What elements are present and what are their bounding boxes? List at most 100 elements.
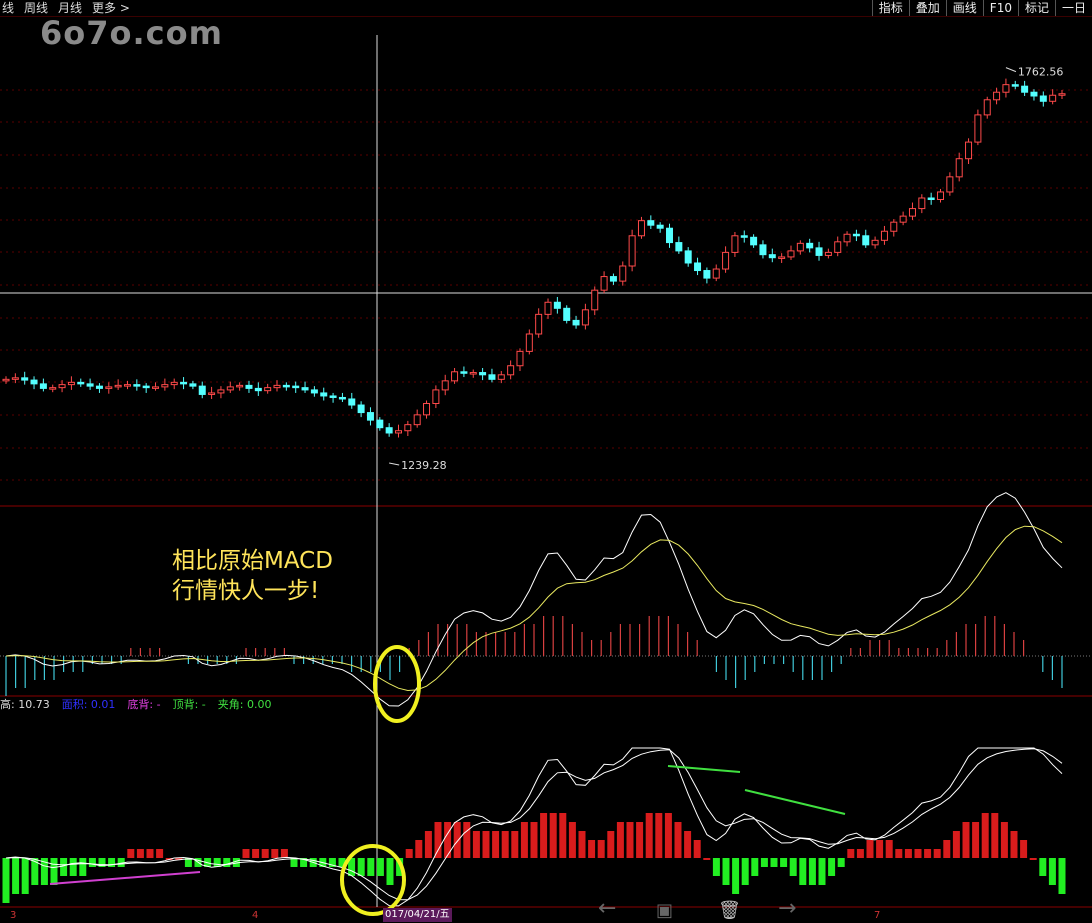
low-price-label: 1239.28 — [401, 459, 447, 472]
candle-body-66 — [619, 265, 627, 282]
chart-grid — [0, 17, 1092, 908]
candle-body-16 — [152, 386, 160, 389]
candle-body-8 — [77, 381, 85, 385]
ind-bar-3 — [31, 858, 39, 885]
candle-body-83 — [778, 256, 786, 259]
candle-body-67 — [628, 235, 636, 267]
ind-bar-49 — [472, 831, 480, 858]
tool-button-0[interactable]: 指标 — [871, 0, 909, 16]
candle-body-73 — [684, 250, 692, 264]
candle-body-1 — [11, 377, 19, 380]
candle-body-68 — [637, 220, 645, 237]
ind-bar-15 — [146, 849, 154, 858]
candle-body-102 — [955, 158, 963, 178]
ind-bar-51 — [492, 831, 500, 858]
ind-bar-43 — [415, 840, 423, 858]
tool-button-3[interactable]: F10 — [982, 0, 1018, 16]
candle-body-95 — [890, 221, 898, 232]
ind-bar-101 — [972, 822, 980, 858]
ind-bar-2 — [21, 858, 29, 894]
candle-body-24 — [226, 386, 234, 391]
candle-body-92 — [862, 235, 870, 246]
candle-body-54 — [507, 365, 515, 376]
candle-body-81 — [759, 244, 767, 256]
tick-mid: 4 — [252, 910, 259, 921]
candle-body-91 — [852, 233, 860, 237]
tool-buttons[interactable]: 指标 叠加 画线 F10 标记 一日 — [871, 0, 1092, 16]
ind-bar-57 — [549, 813, 557, 858]
ind-bar-87 — [837, 858, 845, 867]
candle-body-41 — [385, 427, 393, 434]
candle-body-89 — [834, 241, 842, 253]
ind-bar-39 — [376, 858, 384, 876]
ind-bar-53 — [511, 831, 519, 858]
tool-button-5[interactable]: 一日 — [1054, 0, 1092, 16]
candle-body-14 — [133, 384, 141, 387]
ind-bar-22 — [213, 858, 221, 867]
trash-icon[interactable]: 🗑 — [718, 900, 741, 921]
chart-bg — [0, 17, 1092, 907]
candle-body-103 — [965, 141, 973, 160]
ind-bar-0 — [2, 858, 10, 903]
candle-body-19 — [180, 381, 188, 385]
crosshair-date: 017/04/21/五 — [383, 908, 452, 922]
ind-bar-93 — [895, 849, 903, 858]
candle-body-12 — [114, 384, 122, 388]
arrow-right-icon[interactable]: → — [778, 896, 796, 921]
indicator-item-1: 面积: 0.01 — [61, 698, 116, 711]
candle-body-37 — [348, 398, 356, 406]
stock-chart[interactable]: 1762.56 1239.28 — [0, 0, 1092, 923]
ind-bar-92 — [885, 840, 893, 858]
candle-body-5 — [49, 387, 57, 390]
candle-body-100 — [937, 191, 945, 201]
candle-body-43 — [404, 424, 412, 432]
ind-bar-5 — [50, 858, 58, 885]
ind-bar-42 — [405, 849, 413, 858]
ind-bar-63 — [607, 831, 615, 858]
ind-bar-70 — [674, 822, 682, 858]
candle-body-9 — [86, 383, 94, 387]
candle-body-72 — [675, 242, 683, 252]
ind-bar-62 — [597, 840, 605, 858]
ind-bar-89 — [856, 849, 864, 858]
ind-bar-26 — [252, 849, 260, 858]
candle-body-6 — [58, 384, 66, 389]
ind-bar-47 — [453, 822, 461, 858]
candle-body-11 — [105, 386, 113, 389]
tool-button-2[interactable]: 画线 — [945, 0, 983, 16]
ind-bar-91 — [876, 840, 884, 858]
ind-bar-95 — [914, 849, 922, 858]
tool-button-1[interactable]: 叠加 — [908, 0, 946, 16]
candle-body-82 — [768, 254, 776, 259]
annotation-text: 相比原始MACD 行情快人一步! — [172, 546, 333, 606]
ind-bar-54 — [520, 822, 528, 858]
candle-body-33 — [310, 389, 318, 394]
ind-bar-25 — [242, 849, 250, 858]
candle-body-56 — [525, 333, 533, 352]
candle-body-13 — [123, 384, 131, 387]
ind-bar-103 — [991, 813, 999, 858]
candle-body-76 — [712, 268, 720, 279]
candle-body-50 — [469, 372, 477, 375]
tool-button-4[interactable]: 标记 — [1017, 0, 1055, 16]
ind-bar-67 — [645, 813, 653, 858]
ind-bar-30 — [290, 858, 298, 867]
period-tab-0[interactable]: 线 — [2, 0, 14, 16]
ind-bar-99 — [952, 831, 960, 858]
ind-bar-77 — [741, 858, 749, 885]
indicator-item-2: 底背: - — [127, 698, 161, 711]
window-icon[interactable]: ▣ — [656, 900, 673, 921]
arrow-left-icon[interactable]: ← — [598, 896, 616, 921]
candle-body-86 — [806, 242, 814, 249]
candle-body-36 — [338, 396, 346, 400]
ind-bar-28 — [271, 849, 279, 858]
candle-body-71 — [666, 227, 674, 244]
ind-bar-109 — [1048, 858, 1056, 885]
ind-bar-66 — [636, 822, 644, 858]
ind-bar-50 — [482, 831, 490, 858]
candle-body-98 — [918, 197, 926, 210]
ind-bar-65 — [626, 822, 634, 858]
ind-bar-100 — [962, 822, 970, 858]
indicator-item-0: 高: 10.73 — [0, 698, 50, 711]
candle-body-57 — [535, 313, 543, 335]
